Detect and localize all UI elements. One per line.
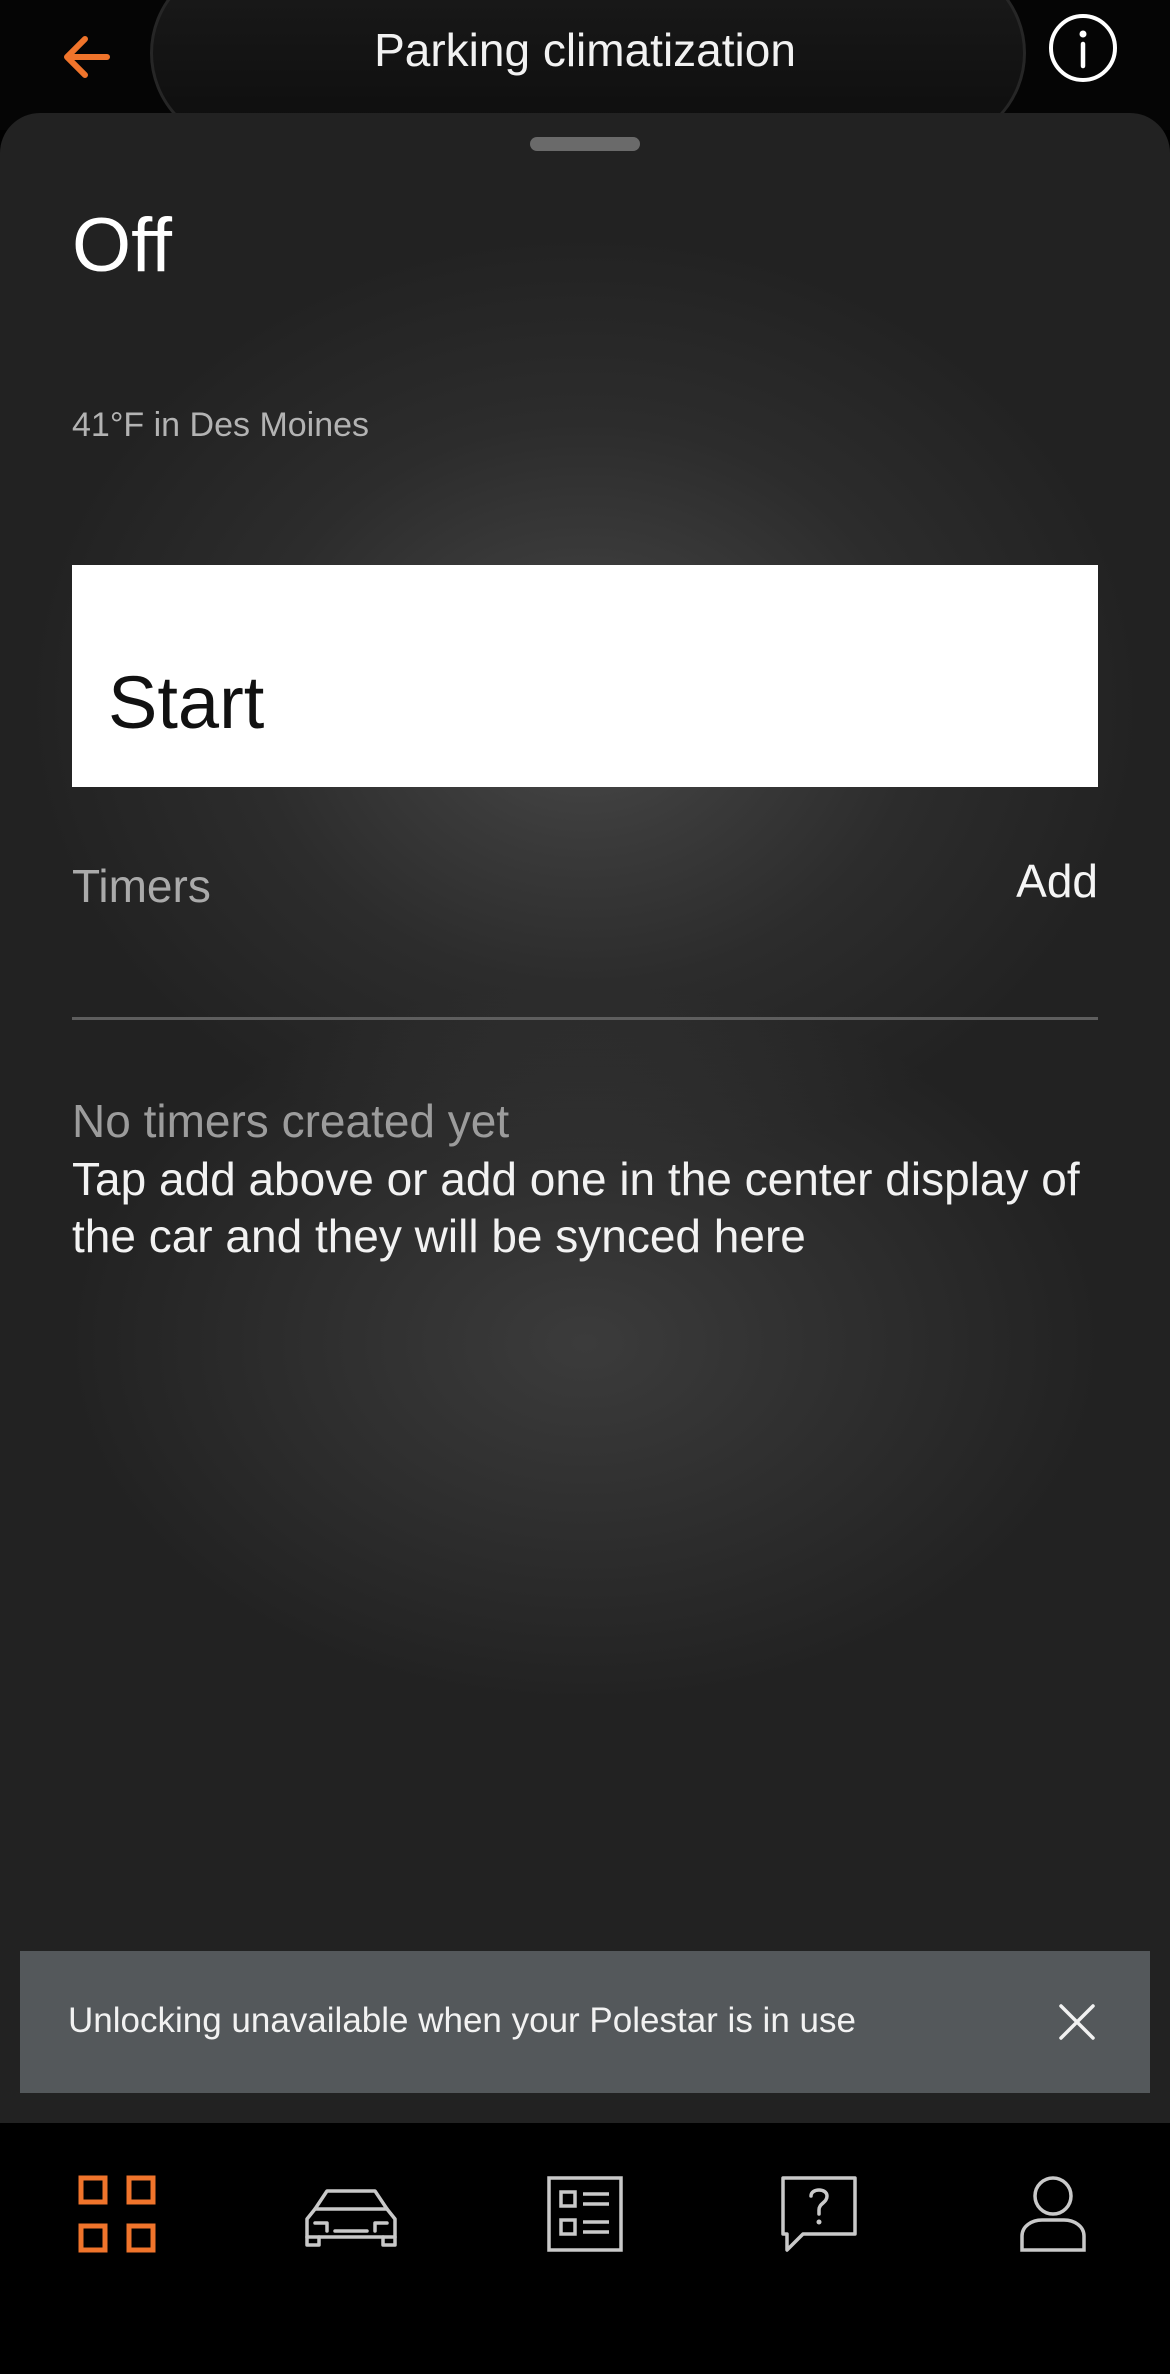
nav-car[interactable] [291,2154,411,2274]
info-button[interactable] [1048,13,1118,83]
list-icon [547,2176,623,2252]
nav-dashboard[interactable] [57,2154,177,2274]
app-root: Parking climatization Off 41°F in Des Mo… [0,0,1170,2374]
page-title: Parking climatization [374,24,796,76]
empty-timers-title: No timers created yet [72,1095,510,1147]
close-icon [1059,2004,1095,2040]
start-button[interactable]: Start [72,565,1098,787]
dashboard-grid-icon [78,2175,156,2253]
help-chat-icon [781,2176,857,2252]
timers-heading: Timers [72,860,211,912]
info-icon [1049,14,1117,82]
toast-notification: Unlocking unavailable when your Polestar… [20,1951,1150,2093]
toast-close-button[interactable] [1050,1995,1104,2049]
car-icon [305,2189,397,2247]
climate-sheet: Off 41°F in Des Moines Start Timers Add … [0,113,1170,2123]
drag-handle[interactable] [530,137,640,151]
timers-divider [72,1017,1098,1020]
climate-status: Off [72,203,172,288]
empty-timers-description: Tap add above or add one in the center d… [72,1153,1080,1262]
profile-icon [1020,2176,1086,2252]
nav-help[interactable] [759,2154,879,2274]
add-timer-button[interactable]: Add [1016,853,1098,909]
toast-message: Unlocking unavailable when your Polestar… [68,2001,856,2040]
start-button-label: Start [108,661,265,744]
nav-list[interactable] [525,2154,645,2274]
nav-profile[interactable] [993,2154,1113,2274]
header: Parking climatization [0,0,1170,146]
weather-readout: 41°F in Des Moines [72,406,370,444]
bottom-nav [0,2124,1170,2374]
